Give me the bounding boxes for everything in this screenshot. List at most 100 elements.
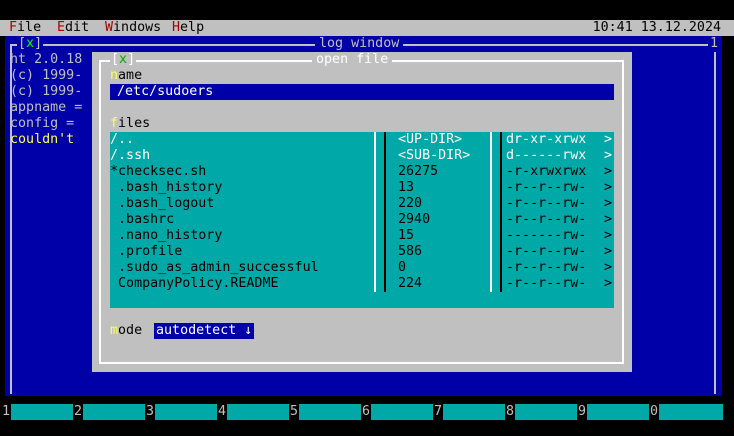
files-label: files (110, 116, 151, 131)
chevron-right-icon: > (604, 180, 613, 195)
log-window-title: log window (315, 36, 404, 52)
file-name: *checksec.sh (110, 164, 207, 179)
function-key-6[interactable]: 6 (362, 404, 434, 420)
function-key-7[interactable]: 7 (434, 404, 506, 420)
menu-file[interactable]: File (9, 20, 41, 36)
file-permissions: d------rwx (506, 148, 587, 163)
log-line: couldn't (10, 132, 75, 147)
menu-edit[interactable]: Edit (57, 20, 89, 36)
function-key-3[interactable]: 3 (146, 404, 218, 420)
log-line: ht 2.0.18 (10, 52, 83, 67)
file-row[interactable]: .bash_history 13 -r--r--rw- > (110, 180, 614, 196)
file-name: /.ssh (110, 148, 151, 163)
open-file-dialog: [x] open file name /etc/sudoers files /.… (92, 52, 632, 372)
function-key-label (587, 404, 649, 420)
menu-help[interactable]: Help (172, 20, 204, 36)
file-name: .sudo_as_admin_successful (110, 260, 319, 275)
log-line: appname = (10, 100, 83, 115)
file-row[interactable]: .sudo_as_admin_successful 0 -r--r--rw- > (110, 260, 614, 276)
clock: 10:41 13.12.2024 (592, 20, 721, 35)
file-name: .bash_history (110, 180, 223, 195)
file-permissions: -r--r--rw- (506, 180, 587, 195)
file-name: /.. (110, 132, 135, 147)
function-key-5[interactable]: 5 (290, 404, 362, 420)
file-size: 220 (398, 196, 423, 211)
function-key-label (371, 404, 433, 420)
file-permissions: -r--r--rw- (506, 212, 587, 227)
function-key-4[interactable]: 4 (218, 404, 290, 420)
file-row[interactable]: .profile 586 -r--r--rw- > (110, 244, 614, 260)
file-permissions: dr-xr-xrwx (506, 132, 587, 147)
log-window-number: 1 (707, 36, 720, 52)
function-key-label (659, 404, 723, 420)
function-key-label (83, 404, 145, 420)
filename-input[interactable]: /etc/sudoers (110, 84, 614, 100)
function-key-number: 8 (506, 404, 515, 420)
mode-dropdown[interactable]: autodetect ↓ (154, 323, 255, 339)
log-window-close-button[interactable]: [x] (17, 36, 44, 52)
file-row[interactable]: .nano_history 15 -------rw- > (110, 228, 614, 244)
log-line: config = (10, 116, 75, 131)
menu-bar: File Edit Windows Help 10:41 13.12.2024 (0, 20, 734, 36)
file-size: <UP-DIR> (398, 132, 463, 147)
function-key-number: 4 (218, 404, 227, 420)
chevron-right-icon: > (604, 228, 613, 243)
log-line: (c) 1999- (10, 68, 83, 83)
file-list[interactable]: /.. <UP-DIR> dr-xr-xrwx > /.ssh <SUB-DIR> d---… (110, 132, 614, 308)
file-size: <SUB-DIR> (398, 148, 471, 163)
name-label: name (110, 68, 143, 83)
file-permissions: -------rw- (506, 228, 587, 243)
chevron-right-icon: > (604, 196, 613, 211)
function-key-label (515, 404, 577, 420)
function-key-label (155, 404, 217, 420)
function-key-label (299, 404, 361, 420)
function-key-number: 1 (2, 404, 11, 420)
chevron-right-icon: > (604, 132, 613, 147)
function-key-label (443, 404, 505, 420)
function-key-number: 9 (578, 404, 587, 420)
file-size: 26275 (398, 164, 439, 179)
file-permissions: -r--r--rw- (506, 196, 587, 211)
chevron-right-icon: > (604, 244, 613, 259)
chevron-right-icon: > (604, 164, 613, 179)
log-line: (c) 1999- (10, 84, 83, 99)
menu-windows[interactable]: Windows (105, 20, 161, 36)
close-icon: x (119, 52, 128, 67)
function-key-0[interactable]: 0 (650, 404, 724, 420)
file-size: 0 (398, 260, 407, 275)
function-key-9[interactable]: 9 (578, 404, 650, 420)
file-size: 15 (398, 228, 415, 243)
chevron-right-icon: > (604, 148, 613, 163)
function-key-1[interactable]: 1 (2, 404, 74, 420)
file-row[interactable]: /.. <UP-DIR> dr-xr-xrwx > (110, 132, 614, 148)
function-key-label (227, 404, 289, 420)
file-name: .nano_history (110, 228, 223, 243)
function-key-label (11, 404, 73, 420)
file-name: .profile (110, 244, 183, 259)
file-size: 224 (398, 276, 423, 291)
file-row[interactable]: .bash_logout 220 -r--r--rw- > (110, 196, 614, 212)
file-permissions: -r--r--rw- (506, 260, 587, 275)
function-key-number: 7 (434, 404, 443, 420)
function-key-number: 6 (362, 404, 371, 420)
dialog-close-button[interactable]: [x] (110, 52, 137, 68)
file-name: .bashrc (110, 212, 175, 227)
file-name: CompanyPolicy.README (110, 276, 279, 291)
function-key-2[interactable]: 2 (74, 404, 146, 420)
chevron-right-icon: > (604, 260, 613, 275)
chevron-right-icon: > (604, 212, 613, 227)
file-row[interactable]: CompanyPolicy.README 224 -r--r--rw- > (110, 276, 614, 292)
file-permissions: -r--r--rw- (506, 276, 587, 291)
function-key-number: 5 (290, 404, 299, 420)
file-permissions: -r-xrwxrwx (506, 164, 587, 179)
file-row[interactable]: .bashrc 2940 -r--r--rw- > (110, 212, 614, 228)
function-key-bar: 1 2 3 4 5 6 7 8 9 0 (0, 404, 734, 420)
file-size: 13 (398, 180, 415, 195)
function-key-8[interactable]: 8 (506, 404, 578, 420)
close-icon: x (26, 36, 35, 51)
file-size: 2940 (398, 212, 431, 227)
file-permissions: -r--r--rw- (506, 244, 587, 259)
file-row[interactable]: /.ssh <SUB-DIR> d------rwx > (110, 148, 614, 164)
file-row[interactable]: *checksec.sh 26275 -r-xrwxrwx > (110, 164, 614, 180)
file-size: 586 (398, 244, 423, 259)
